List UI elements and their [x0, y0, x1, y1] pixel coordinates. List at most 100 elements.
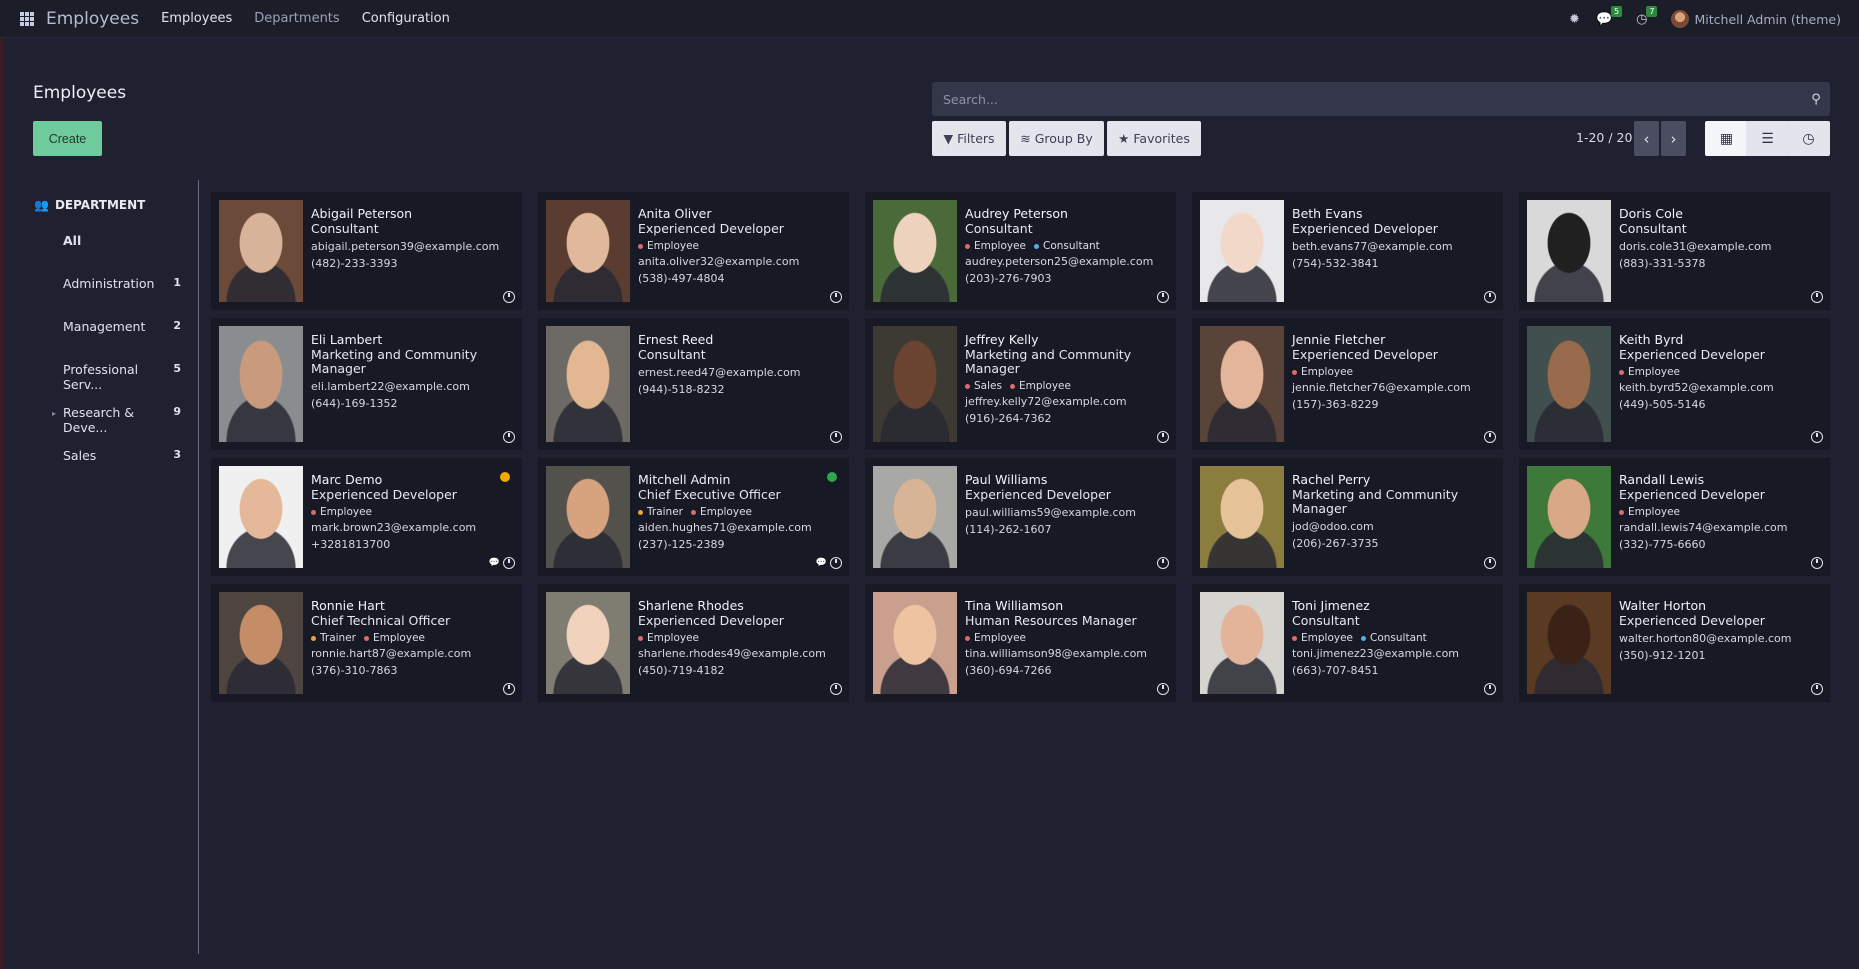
employee-card[interactable]: Sharlene Rhodes Experienced Developer Empl… [538, 584, 849, 702]
employee-card[interactable]: Ronnie Hart Chief Technical Officer Traine… [211, 584, 522, 702]
debug-bug-icon[interactable]: ✹ [1569, 12, 1580, 27]
menu-configuration[interactable]: Configuration [362, 11, 450, 26]
kanban-view-button[interactable]: ▦ [1705, 121, 1748, 156]
employee-card[interactable]: Tina Williamson Human Resources Manager Em… [865, 584, 1176, 702]
activity-clock-icon[interactable] [830, 683, 842, 695]
app-title[interactable]: Employees [46, 9, 139, 29]
department-item-research-development[interactable]: Research & Deve... 9 [63, 405, 181, 435]
chevron-left-icon: ‹ [1643, 129, 1650, 148]
activity-clock-icon[interactable] [1811, 557, 1823, 569]
employee-card[interactable]: Keith Byrd Experienced Developer Employee k… [1519, 318, 1830, 450]
employee-job-title: Experienced Developer [1292, 347, 1438, 362]
activity-clock-icon[interactable] [1484, 291, 1496, 303]
employee-phone: (114)-262-1607 [965, 523, 1052, 536]
kanban-icon: ▦ [1719, 130, 1734, 147]
activity-clock-icon[interactable] [503, 557, 515, 569]
employee-card[interactable]: Audrey Peterson Consultant Employee Consult… [865, 192, 1176, 310]
filter-icon: ▼ [943, 131, 954, 146]
menu-employees[interactable]: Employees [161, 11, 232, 26]
employee-photo [546, 326, 630, 442]
user-menu[interactable]: Mitchell Admin (theme) [1671, 10, 1841, 28]
employee-email: walter.horton80@example.com [1619, 632, 1792, 645]
employee-card[interactable]: Rachel Perry Marketing and Community Mana… [1192, 458, 1503, 576]
employee-phone: (883)-331-5378 [1619, 257, 1706, 270]
employee-tags: Employee [1292, 365, 1493, 379]
list-view-button[interactable]: ☰ [1746, 121, 1789, 156]
create-button[interactable]: Create [33, 121, 102, 156]
apps-menu-icon[interactable] [20, 11, 34, 26]
employee-info: Rachel Perry Marketing and Community Mana… [1292, 472, 1493, 552]
employee-job-title: Consultant [965, 221, 1033, 236]
activity-clock-icon[interactable] [830, 291, 842, 303]
activity-clock-icon[interactable] [1157, 683, 1169, 695]
department-item-count: 9 [173, 405, 181, 418]
activity-clock-icon[interactable] [1157, 291, 1169, 303]
favorites-button[interactable]: ★ Favorites [1107, 121, 1201, 156]
employee-card[interactable]: Randall Lewis Experienced Developer Employ… [1519, 458, 1830, 576]
activity-clock-icon[interactable] [503, 431, 515, 443]
pager-next-button[interactable]: › [1661, 121, 1686, 156]
employee-tag-label: Employee [974, 240, 1027, 252]
employee-name: Ernest Reed [638, 332, 714, 347]
employee-name: Abigail Peterson [311, 206, 413, 221]
activity-clock-icon[interactable] [830, 431, 842, 443]
activities-clock-icon[interactable]: ◷ 7 [1636, 5, 1658, 27]
department-item-count: 3 [173, 448, 181, 461]
employee-card[interactable]: Paul Williams Experienced Developer paul.w… [865, 458, 1176, 576]
employee-email: beth.evans77@example.com [1292, 240, 1453, 253]
employee-card[interactable]: Jeffrey Kelly Marketing and Community Man… [865, 318, 1176, 450]
chat-icon[interactable]: 💬 [816, 558, 827, 568]
department-item-management[interactable]: Management 2 [63, 319, 181, 334]
pager-value[interactable]: 1-20 / 20 [1576, 130, 1632, 145]
employee-card[interactable]: Marc Demo Experienced Developer Employee ma… [211, 458, 522, 576]
messages-icon[interactable]: 💬 5 [1596, 5, 1623, 27]
favorites-label: Favorites [1133, 131, 1190, 146]
activity-clock-icon[interactable] [830, 557, 842, 569]
employee-tags: Sales Employee [965, 379, 1166, 393]
employee-card[interactable]: Beth Evans Experienced Developer beth.evan… [1192, 192, 1503, 310]
search-input[interactable] [932, 82, 1802, 116]
department-item-all[interactable]: All [63, 233, 181, 248]
activity-clock-icon[interactable] [1157, 557, 1169, 569]
employee-phone: (203)-276-7903 [965, 272, 1052, 285]
employee-email: doris.cole31@example.com [1619, 240, 1772, 253]
star-icon: ★ [1118, 131, 1130, 146]
activity-clock-icon[interactable] [1811, 683, 1823, 695]
employee-job-title: Consultant [311, 221, 379, 236]
employee-phone: (450)-719-4182 [638, 664, 725, 677]
department-item-professional-services[interactable]: Professional Serv... 5 [63, 362, 181, 392]
employee-photo [1200, 200, 1284, 302]
employee-card[interactable]: Eli Lambert Marketing and Community Manag… [211, 318, 522, 450]
activity-clock-icon[interactable] [1484, 431, 1496, 443]
menu-departments[interactable]: Departments [254, 11, 339, 26]
activity-clock-icon[interactable] [503, 291, 515, 303]
activity-clock-icon[interactable] [1484, 683, 1496, 695]
employee-card[interactable]: Anita Oliver Experienced Developer Employe… [538, 192, 849, 310]
activity-clock-icon[interactable] [1811, 291, 1823, 303]
employee-info: Sharlene Rhodes Experienced Developer Empl… [638, 598, 839, 679]
employee-card[interactable]: Mitchell Admin Chief Executive Officer Tra… [538, 458, 849, 576]
activity-clock-icon[interactable] [1484, 557, 1496, 569]
employee-card[interactable]: Ernest Reed Consultant ernest.reed47@examp… [538, 318, 849, 450]
employee-card[interactable]: Toni Jimenez Consultant Employee Consultant… [1192, 584, 1503, 702]
activity-clock-icon[interactable] [503, 683, 515, 695]
activity-clock-icon[interactable] [1811, 431, 1823, 443]
employee-card[interactable]: Doris Cole Consultant doris.cole31@example… [1519, 192, 1830, 310]
employee-job-title: Marketing and Community Manager [1292, 487, 1459, 516]
activity-clock-icon[interactable] [1157, 431, 1169, 443]
department-item-label: Sales [63, 448, 97, 463]
caret-right-icon[interactable]: ▸ [52, 409, 56, 418]
department-item-sales[interactable]: Sales 3 [63, 448, 181, 463]
employee-card[interactable]: Abigail Peterson Consultant abigail.peters… [211, 192, 522, 310]
search-icon[interactable]: ⚲ [1802, 92, 1830, 107]
employee-job-title: Consultant [1619, 221, 1687, 236]
department-item-administration[interactable]: Administration 1 [63, 276, 181, 291]
pager-previous-button[interactable]: ‹ [1634, 121, 1659, 156]
activity-view-button[interactable]: ◷ [1787, 121, 1830, 156]
chat-icon[interactable]: 💬 [489, 558, 500, 568]
employee-tag-label: Sales [974, 380, 1002, 392]
group-by-button[interactable]: ≋ Group By [1009, 121, 1104, 156]
employee-card[interactable]: Jennie Fletcher Experienced Developer Empl… [1192, 318, 1503, 450]
employee-card[interactable]: Walter Horton Experienced Developer walter… [1519, 584, 1830, 702]
filters-button[interactable]: ▼ Filters [932, 121, 1006, 156]
